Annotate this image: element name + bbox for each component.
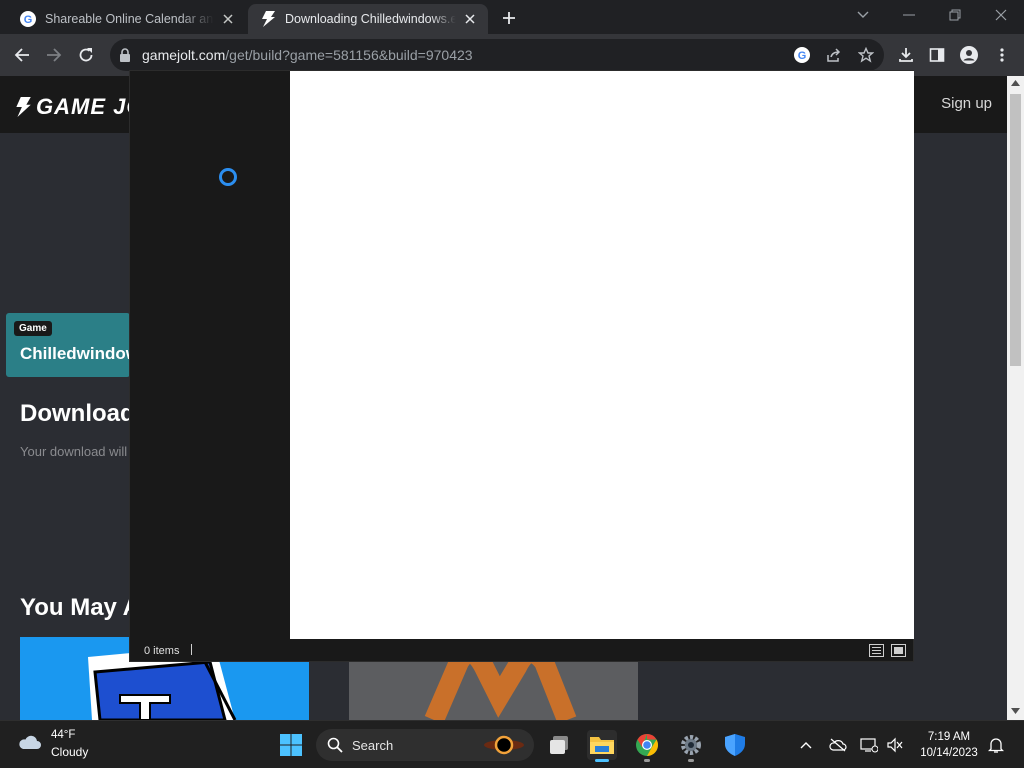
restore-button[interactable] — [935, 4, 975, 26]
close-tab-icon[interactable] — [218, 9, 238, 29]
search-label: Search — [352, 738, 394, 753]
dialog-navigation-pane[interactable] — [130, 71, 290, 639]
item-count: 0 items — [144, 645, 180, 657]
close-tab-icon[interactable] — [460, 9, 480, 29]
chrome-taskbar-button[interactable] — [632, 730, 662, 760]
svg-text:G: G — [24, 14, 33, 26]
new-tab-button[interactable] — [498, 7, 520, 29]
restore-icon — [949, 9, 961, 21]
windows-logo-icon — [280, 734, 302, 756]
clock-time: 7:19 AM — [927, 731, 971, 743]
url-host: gamejolt.com — [142, 47, 226, 63]
minimize-icon — [903, 14, 915, 16]
url-path: /get/build?game=581156&build=970423 — [225, 47, 473, 63]
details-view-icon[interactable] — [869, 644, 884, 657]
address-bar[interactable]: gamejolt.com/get/build?game=581156&build… — [110, 39, 884, 71]
tab-strip: G Shareable Online Calendar and Scheduli… — [0, 0, 1024, 34]
more-vertical-icon — [1000, 48, 1004, 62]
back-button[interactable] — [9, 42, 35, 68]
downloads-button[interactable] — [893, 42, 919, 68]
download-icon — [899, 48, 913, 62]
google-lens-icon[interactable]: G — [791, 44, 813, 66]
system-clock[interactable]: 7:19 AM 10/14/2023 — [916, 729, 982, 761]
gamejolt-icon — [260, 11, 276, 27]
task-view-icon — [550, 736, 568, 754]
dialog-status-bar: 0 items — [130, 639, 913, 661]
side-panel-button[interactable] — [924, 42, 950, 68]
loading-spinner-icon — [219, 168, 237, 186]
url-text[interactable]: gamejolt.com/get/build?game=581156&build… — [142, 47, 473, 63]
arrow-right-icon — [47, 48, 62, 62]
close-window-button[interactable] — [981, 4, 1021, 26]
chevron-down-icon — [857, 11, 869, 18]
security-taskbar-button[interactable] — [720, 730, 750, 760]
game-title: Chilledwindows — [20, 344, 130, 363]
file-explorer-button[interactable] — [587, 730, 617, 760]
taskbar-search[interactable]: Search — [316, 729, 534, 761]
side-panel-icon — [929, 48, 945, 62]
forward-button[interactable] — [41, 42, 67, 68]
volume-muted-icon — [887, 737, 903, 753]
reload-icon — [79, 48, 93, 62]
svg-text:G: G — [798, 50, 807, 62]
task-view-button[interactable] — [544, 730, 574, 760]
folder-icon — [590, 737, 614, 754]
scroll-up-icon[interactable] — [1011, 80, 1020, 86]
download-subtext: Your download will — [20, 444, 128, 459]
minimize-button[interactable] — [889, 4, 929, 26]
game-tag: Game — [14, 321, 52, 336]
scrollbar-thumb[interactable] — [1010, 94, 1021, 366]
running-indicator — [595, 759, 609, 762]
clock-date: 10/14/2023 — [920, 747, 978, 759]
chevron-up-icon — [800, 742, 812, 749]
tab-calendar[interactable]: G Shareable Online Calendar and Scheduli… — [8, 4, 246, 34]
close-icon — [995, 9, 1007, 21]
cloud-icon[interactable] — [16, 729, 44, 757]
windows-taskbar: 44°F Cloudy Search 7:19 AM 10/14/2023 — [0, 720, 1024, 768]
signup-link[interactable]: Sign up — [941, 95, 992, 112]
tab-title: Downloading Chilledwindows.exe — [285, 12, 456, 26]
running-indicator — [644, 759, 650, 762]
status-separator — [191, 644, 192, 655]
profile-icon — [960, 46, 978, 64]
arrow-left-icon — [14, 48, 29, 62]
plus-icon — [503, 12, 515, 24]
save-file-dialog: 0 items — [129, 70, 914, 662]
tray-app-button[interactable] — [828, 735, 848, 755]
search-icon — [327, 737, 343, 753]
gear-icon — [681, 735, 701, 755]
google-icon: G — [20, 11, 36, 27]
volume-button[interactable] — [885, 735, 905, 755]
network-button[interactable] — [859, 735, 879, 755]
weather-condition[interactable]: Cloudy — [51, 745, 88, 759]
settings-taskbar-button[interactable] — [676, 730, 706, 760]
chrome-menu-button[interactable] — [989, 42, 1015, 68]
large-icons-view-icon[interactable] — [891, 644, 906, 657]
page-scrollbar[interactable] — [1007, 76, 1024, 720]
chrome-icon — [636, 734, 658, 756]
lock-icon[interactable] — [119, 48, 131, 62]
share-icon[interactable] — [823, 44, 845, 66]
search-highlight-icon — [484, 735, 524, 755]
weather-temperature[interactable]: 44°F — [51, 729, 75, 741]
start-button[interactable] — [276, 730, 306, 760]
game-banner[interactable]: Game Chilledwindows — [6, 313, 130, 377]
bell-icon — [988, 738, 1004, 753]
tab-title: Shareable Online Calendar and Scheduling — [45, 12, 214, 26]
network-icon — [860, 738, 878, 753]
tab-search-button[interactable] — [843, 4, 883, 26]
notifications-button[interactable] — [986, 735, 1006, 755]
running-indicator — [688, 759, 694, 762]
bookmark-star-icon[interactable] — [855, 44, 877, 66]
reload-button[interactable] — [73, 42, 99, 68]
download-heading: Download — [20, 400, 135, 427]
tab-downloading[interactable]: Downloading Chilledwindows.exe — [248, 4, 488, 34]
dialog-file-list[interactable] — [290, 71, 914, 639]
shield-icon — [725, 734, 745, 756]
profile-button[interactable] — [956, 42, 982, 68]
scroll-down-icon[interactable] — [1011, 708, 1020, 714]
lightning-icon — [16, 97, 31, 117]
cloud-off-icon — [829, 738, 847, 752]
show-hidden-icons-button[interactable] — [796, 735, 816, 755]
